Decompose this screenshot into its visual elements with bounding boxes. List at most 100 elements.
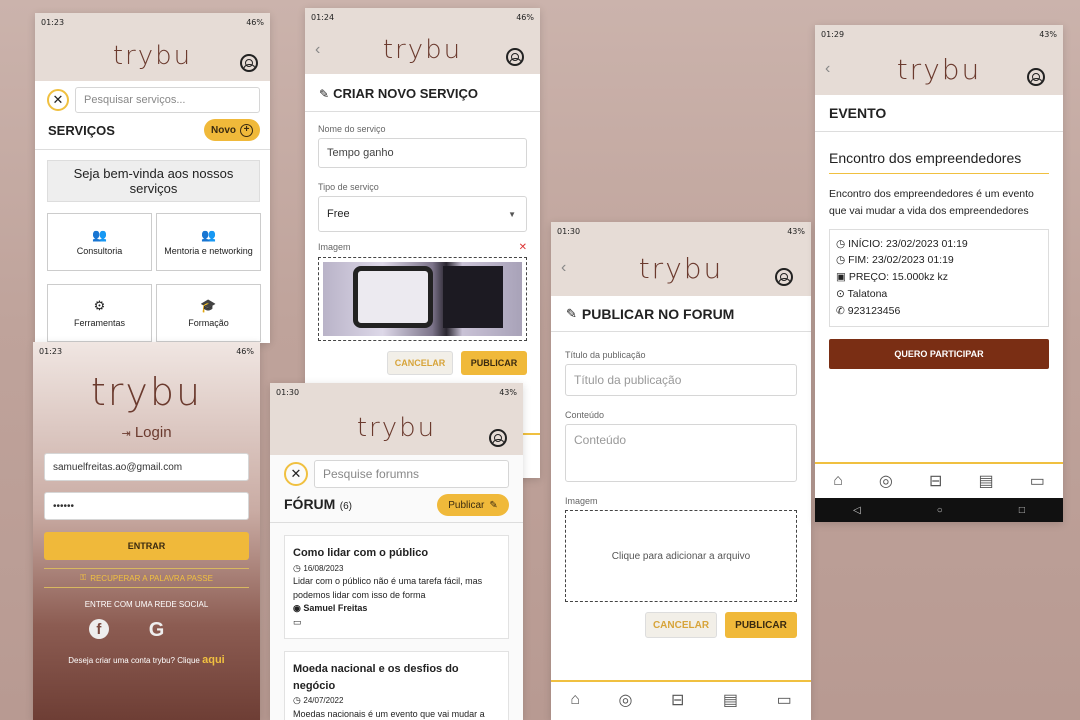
app-header: ‹ trybu — [551, 240, 811, 296]
clipboard-icon[interactable]: ▤ — [979, 471, 994, 491]
cancel-button[interactable]: CANCELAR — [645, 612, 717, 638]
dropdown-arrow-icon: ▼ — [508, 209, 516, 219]
post-date: 24/07/2022 — [303, 696, 344, 705]
password-field[interactable]: •••••• — [44, 492, 249, 520]
signup-text: Deseja criar uma conta trybu? Clique — [68, 656, 200, 665]
briefcase-icon[interactable]: ⊟ — [671, 690, 684, 710]
gear-icon: ⚙ — [93, 298, 106, 313]
search-input[interactable]: Pesquisar serviços... — [75, 87, 260, 113]
remove-image-icon[interactable]: ✕ — [519, 242, 527, 253]
logo: trybu — [90, 370, 203, 414]
profile-icon[interactable] — [1027, 68, 1045, 86]
image-label: Imagem — [565, 496, 598, 506]
location-icon: ⊙ — [836, 287, 845, 300]
event-phone: 923123456 — [847, 304, 901, 317]
logo: trybu — [112, 41, 193, 71]
chat-icon[interactable]: ▭ — [777, 690, 792, 710]
content-label: Conteúdo — [565, 410, 605, 420]
back-icon[interactable]: ‹ — [561, 259, 566, 277]
card-consultoria[interactable]: 👥 Consultoria — [47, 213, 152, 271]
chat-icon[interactable]: ▭ — [1030, 471, 1045, 491]
status-bar: 01:29 43% — [815, 25, 1063, 43]
post-title: Como lidar com o público — [293, 547, 429, 559]
back-icon[interactable]: ‹ — [315, 41, 320, 59]
key-icon: ⚿ — [80, 573, 87, 582]
forum-post[interactable]: Como lidar com o público ◷ 16/08/2023 Li… — [284, 535, 509, 639]
home-icon[interactable]: ⌂ — [833, 472, 843, 490]
app-header: trybu — [270, 401, 523, 455]
image-label: Imagem — [318, 242, 351, 252]
post-title: Moeda nacional e os desfios do negócio — [293, 663, 459, 692]
event-start: INÍCIO: 23/02/2023 01:19 — [848, 237, 968, 250]
close-icon[interactable]: ✕ — [47, 89, 69, 111]
card-mentoria[interactable]: 👥 Mentoria e networking — [156, 213, 261, 271]
enter-button[interactable]: ENTRAR — [44, 532, 249, 560]
status-bar: 01:24 46% — [305, 8, 540, 26]
card-formacao[interactable]: 🎓 Formação — [156, 284, 261, 342]
edit-icon: ✎ — [566, 306, 577, 321]
android-recents-icon[interactable]: □ — [1019, 505, 1025, 516]
post-body: Lidar com o público não é uma tarefa fác… — [293, 576, 483, 600]
screen-event: 01:29 43% ‹ trybu EVENTO Encontro dos em… — [815, 25, 1063, 522]
android-back-icon[interactable]: ◁ — [853, 505, 861, 516]
profile-icon[interactable] — [775, 268, 793, 286]
status-bar: 01:30 43% — [270, 383, 523, 401]
email-field[interactable]: samuelfreitas.ao@gmail.com — [44, 453, 249, 481]
google-icon[interactable]: G — [149, 619, 165, 642]
image-dropzone[interactable]: Clique para adicionar a arquivo — [565, 510, 797, 602]
screen-services: 01:23 46% trybu ✕ Pesquisar serviços... … — [35, 13, 270, 343]
profile-icon[interactable] — [489, 429, 507, 447]
post-body: Moedas nacionais é um evento que vai mud… — [293, 708, 485, 719]
event-title: Encontro dos empreendedores — [829, 150, 1049, 174]
facebook-icon[interactable]: f — [88, 619, 109, 639]
briefcase-icon[interactable]: ⊟ — [929, 471, 942, 491]
event-price: PREÇO: 15.000kz kz — [848, 271, 949, 284]
close-icon[interactable]: ✕ — [284, 462, 308, 486]
signup-link[interactable]: aqui — [202, 654, 225, 666]
title-field[interactable]: Título da publicação — [565, 364, 797, 396]
timer-icon: ◷ — [836, 254, 846, 267]
forum-post[interactable]: Moeda nacional e os desfios do negócio ◷… — [284, 651, 509, 720]
profile-nav-icon[interactable]: ◎ — [618, 690, 632, 710]
bottom-nav: ⌂ ◎ ⊟ ▤ ▭ — [551, 680, 811, 718]
login-title: Login — [134, 424, 172, 441]
recover-password-link[interactable]: RECUPERAR A PALAVRA PASSE — [90, 574, 213, 583]
profile-nav-icon[interactable]: ◎ — [879, 471, 893, 491]
publish-button[interactable]: PUBLICAR — [725, 612, 797, 638]
money-icon: ▣ — [836, 271, 846, 284]
card-ferramentas[interactable]: ⚙ Ferramentas — [47, 284, 152, 342]
service-type-select[interactable]: Free ▼ — [318, 196, 527, 232]
cancel-button[interactable]: CANCELAR — [387, 351, 453, 375]
logo: trybu — [638, 251, 724, 285]
timer-icon: ◷ — [836, 237, 846, 250]
title-label: Título da publicação — [565, 350, 646, 360]
phone-icon: ✆ — [836, 304, 845, 317]
search-input[interactable]: Pesquise forumns — [314, 460, 509, 488]
clock-icon: ◷ — [293, 695, 301, 705]
home-icon[interactable]: ⌂ — [570, 691, 580, 709]
service-name-field[interactable]: Tempo ganho — [318, 138, 527, 168]
logo: trybu — [382, 35, 463, 65]
android-home-icon[interactable]: ○ — [937, 505, 943, 516]
page-title: SERVIÇOS — [48, 122, 115, 138]
new-button[interactable]: Novo + — [204, 119, 260, 141]
edit-icon: ✎ — [319, 86, 330, 101]
user-icon: ◉ — [293, 603, 301, 613]
app-header: trybu — [35, 31, 270, 81]
image-dropzone[interactable] — [318, 257, 527, 341]
forum-count: (6) — [339, 501, 353, 512]
clipboard-icon[interactable]: ▤ — [723, 690, 738, 710]
profile-icon[interactable] — [506, 48, 524, 66]
service-name-label: Nome do serviço — [318, 124, 386, 134]
profile-icon[interactable] — [240, 54, 258, 72]
page-title: FÓRUM — [284, 496, 336, 512]
comment-icon[interactable]: ▭ — [293, 616, 500, 630]
back-icon[interactable]: ‹ — [825, 60, 830, 78]
participate-button[interactable]: QUERO PARTICIPAR — [829, 338, 1049, 369]
plus-icon: + — [240, 123, 253, 137]
android-nav-bar: ◁ ○ □ — [815, 498, 1063, 522]
publish-button[interactable]: PUBLICAR — [461, 351, 527, 375]
login-icon: ⇥ — [121, 428, 131, 440]
content-field[interactable]: Conteúdo — [565, 424, 797, 482]
publish-button[interactable]: Publicar ✎ — [437, 494, 509, 516]
